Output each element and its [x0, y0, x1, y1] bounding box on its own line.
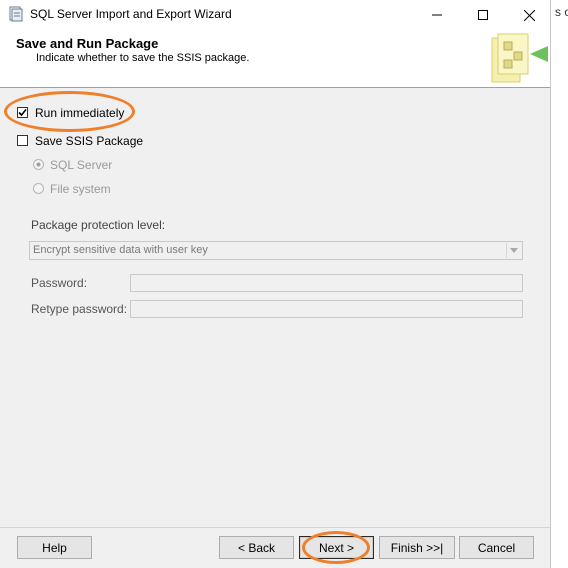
run-immediately-checkbox[interactable] [17, 107, 28, 118]
sql-server-radio[interactable] [33, 159, 44, 170]
close-button[interactable] [506, 0, 552, 30]
maximize-icon [478, 10, 488, 20]
package-graphic-icon [491, 33, 548, 83]
run-immediately-label[interactable]: Run immediately [35, 106, 124, 120]
protection-level-label: Package protection level: [31, 218, 166, 232]
maximize-button[interactable] [460, 0, 506, 30]
password-label: Password: [31, 276, 88, 290]
wizard-header: Save and Run Package Indicate whether to… [0, 30, 550, 88]
save-ssis-label[interactable]: Save SSIS Package [35, 134, 143, 148]
page-title: Save and Run Package [16, 36, 159, 51]
minimize-button[interactable] [414, 0, 460, 30]
protection-level-select[interactable]: Encrypt sensitive data with user key [29, 241, 523, 260]
help-button[interactable]: Help [17, 536, 92, 559]
title-bar[interactable]: SQL Server Import and Export Wizard [0, 0, 550, 30]
file-system-label: File system [50, 182, 111, 196]
file-system-radio[interactable] [33, 183, 44, 194]
cancel-button[interactable]: Cancel [459, 536, 534, 559]
protection-level-value: Encrypt sensitive data with user key [33, 244, 208, 256]
minimize-icon [432, 14, 442, 16]
password-field[interactable] [130, 274, 523, 292]
retype-password-label: Retype password: [31, 302, 128, 316]
dropdown-arrow-icon [510, 248, 518, 253]
background-window-text: s or [555, 5, 568, 19]
radio-dot-icon [36, 162, 41, 167]
check-icon [18, 108, 27, 117]
background-window: s or [550, 0, 568, 568]
sql-server-label: SQL Server [50, 158, 113, 172]
retype-password-field[interactable] [130, 300, 523, 318]
back-button[interactable]: < Back [219, 536, 294, 559]
close-icon [523, 9, 535, 21]
save-ssis-checkbox[interactable] [17, 135, 28, 146]
footer-divider [0, 527, 550, 528]
next-button[interactable]: Next > [299, 536, 374, 559]
dropdown-button[interactable] [506, 243, 521, 258]
window-title: SQL Server Import and Export Wizard [30, 7, 232, 21]
page-subtitle: Indicate whether to save the SSIS packag… [36, 52, 250, 64]
finish-button[interactable]: Finish >>| [379, 536, 455, 559]
wizard-app-icon [9, 6, 23, 22]
